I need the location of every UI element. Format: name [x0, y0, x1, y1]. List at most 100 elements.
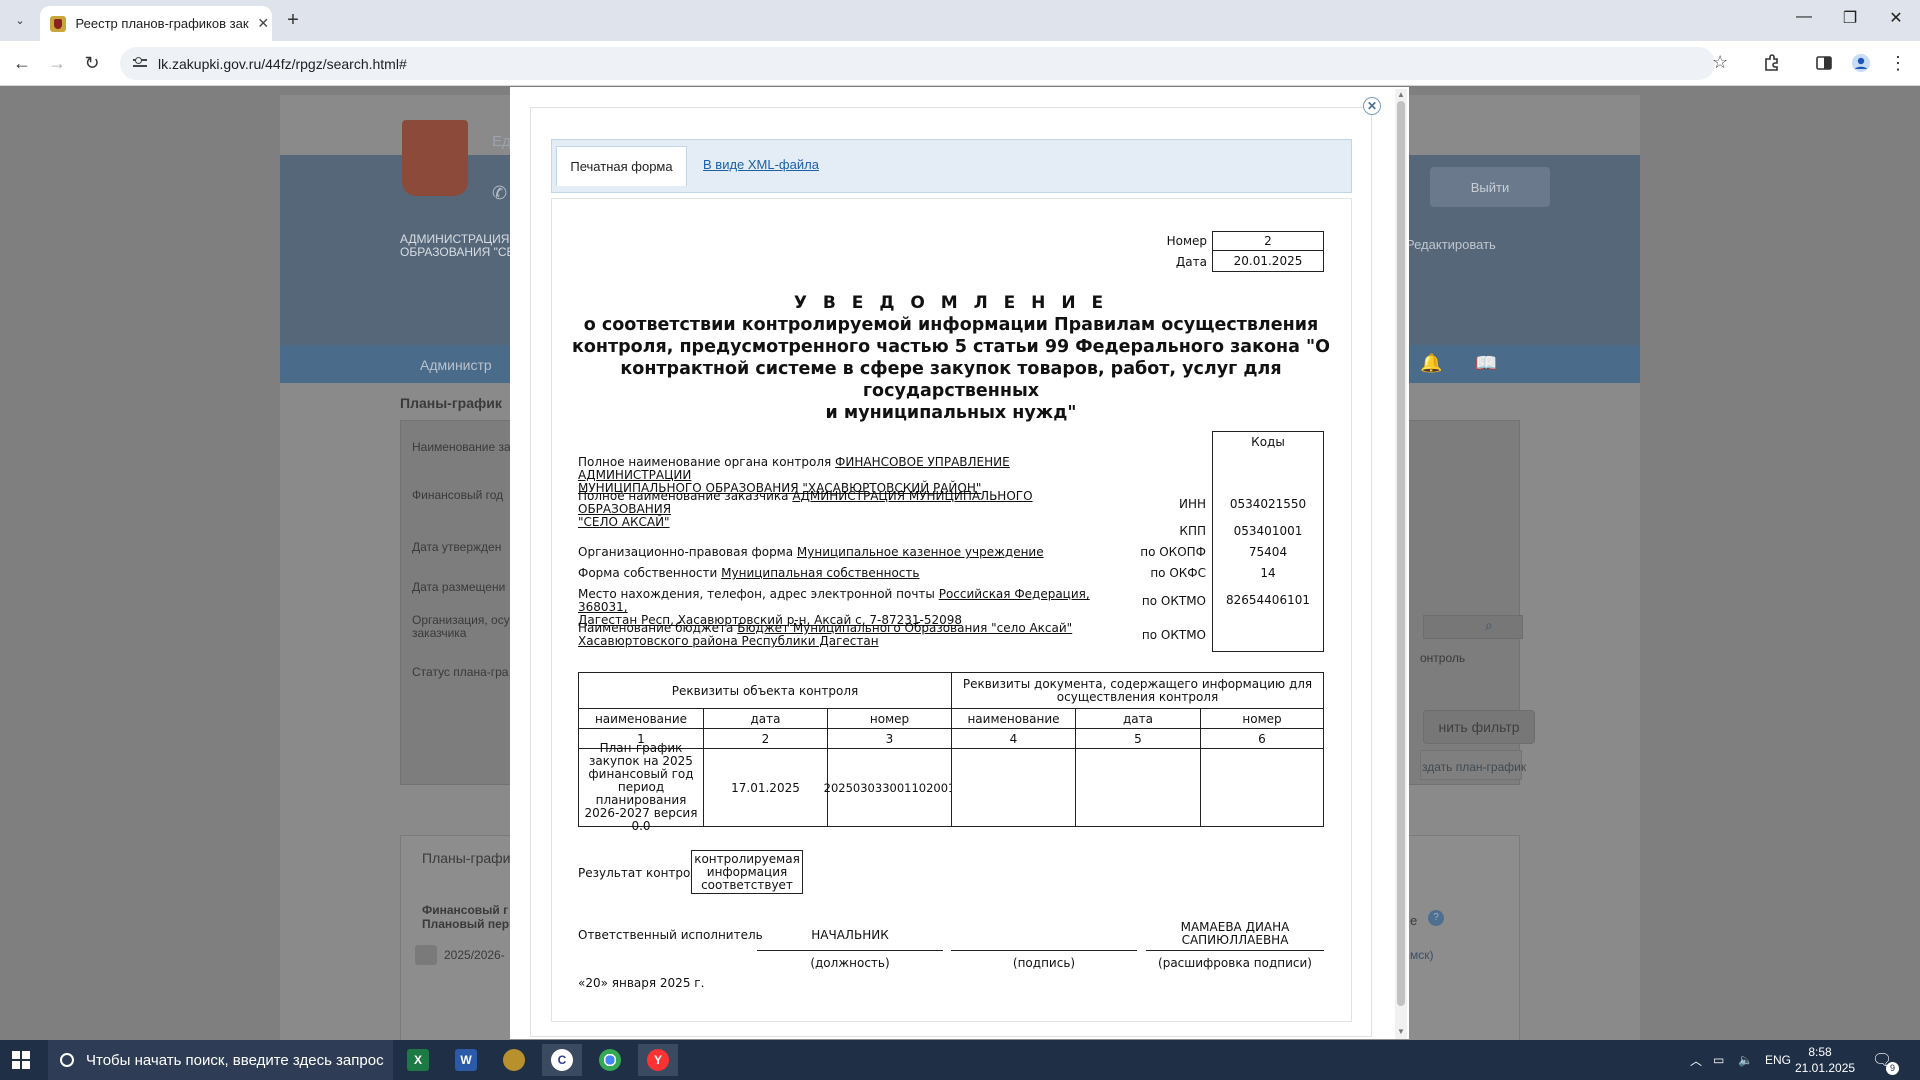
- bookmark-star-icon[interactable]: ☆: [1712, 52, 1728, 73]
- bg-search-icon[interactable]: ⌕: [1485, 617, 1493, 634]
- table-col-number: 5: [1075, 728, 1201, 749]
- budget-value-1: Бюджет Муниципального Образования "село …: [737, 621, 1073, 635]
- inn-value: 0534021550: [1212, 486, 1324, 522]
- back-button[interactable]: ←: [10, 51, 34, 75]
- minimize-button[interactable]: —: [1784, 8, 1824, 26]
- budget-row: Наименование бюджета Бюджет Муниципально…: [578, 622, 1098, 648]
- responsible-label: Ответственный исполнитель: [578, 928, 763, 942]
- taskbar-app-active[interactable]: C: [542, 1044, 582, 1076]
- date-label: Дата: [1175, 255, 1207, 269]
- taskbar-excel[interactable]: X: [398, 1044, 438, 1076]
- forward-button[interactable]: →: [45, 51, 69, 75]
- tab-print-form[interactable]: Печатная форма: [556, 146, 687, 186]
- bg-book-icon[interactable]: 📖: [1475, 353, 1497, 374]
- budget-value-2: Хасавюртовского района Республики Дагест…: [578, 634, 879, 648]
- taskbar-chrome[interactable]: [590, 1044, 630, 1076]
- bg-edit-link[interactable]: Редактировать: [1406, 237, 1496, 252]
- scrollbar-thumb[interactable]: [1397, 101, 1405, 1006]
- ownership-value: Муниципальная собственность: [721, 566, 920, 580]
- bg-filter-label: Дата утвержден: [412, 540, 502, 554]
- table-col-header: номер: [1200, 708, 1324, 729]
- customer-row: Полное наименование заказчика АДМИНИСТРА…: [578, 490, 1098, 529]
- customer-label: Полное наименование заказчика: [578, 489, 793, 503]
- okfs-value: 14: [1212, 562, 1324, 584]
- language-indicator[interactable]: ENG: [1765, 1040, 1791, 1080]
- bg-filter-label: Финансовый год: [412, 488, 504, 502]
- title-line-1: У В Е Д О М Л Е Н И Е: [793, 293, 1109, 313]
- bg-panel-tab[interactable]: Планы-график: [422, 850, 517, 866]
- table-col-header: наименование: [578, 708, 704, 729]
- site-info-icon[interactable]: [132, 56, 148, 71]
- table-col-number: 3: [827, 728, 952, 749]
- browser-tab[interactable]: Реестр планов-графиков заку ✕: [40, 6, 272, 41]
- bg-right-text: е: [1410, 913, 1418, 928]
- bg-nav-item[interactable]: Администр: [420, 357, 492, 373]
- codes-empty-cell: [1212, 452, 1324, 487]
- bg-logout-button[interactable]: Выйти: [1430, 167, 1550, 207]
- ownership-row: Форма собственности Муниципальная собств…: [578, 566, 919, 580]
- number-value: 2: [1212, 231, 1324, 251]
- profile-avatar-icon[interactable]: [1851, 53, 1871, 73]
- bg-help-icon[interactable]: ?: [1428, 910, 1444, 926]
- bg-create-link[interactable]: здать план-график: [1422, 760, 1526, 774]
- restore-button[interactable]: ❐: [1830, 8, 1870, 28]
- kpp-value: 053401001: [1212, 521, 1324, 542]
- emblem-app-icon: [503, 1049, 525, 1071]
- table-col-number: 6: [1200, 728, 1324, 749]
- taskbar-crypto[interactable]: [494, 1044, 534, 1076]
- bg-search-input[interactable]: [1423, 615, 1523, 639]
- taskbar-clock[interactable]: 8:58 21.01.2025: [1795, 1044, 1856, 1076]
- bg-phone-icon: ✆: [492, 183, 508, 203]
- name-value: МАМАЕВА ДИАНА САПИЮЛЛАЕВНА: [1180, 920, 1290, 947]
- tab-xml-file[interactable]: В виде XML-файла: [703, 157, 819, 172]
- c-app-icon: C: [551, 1049, 573, 1071]
- volume-icon[interactable]: 🔈: [1738, 1040, 1753, 1080]
- taskbar-yandex[interactable]: Y: [638, 1044, 678, 1076]
- signature-line: [951, 950, 1137, 951]
- side-panel-icon[interactable]: [1814, 53, 1834, 73]
- tab-print-form-label: Печатная форма: [570, 159, 673, 174]
- taskbar-search[interactable]: Чтобы начать поиск, введите здесь запрос: [48, 1040, 393, 1080]
- close-window-button[interactable]: ✕: [1876, 8, 1916, 28]
- codes-header: Коды: [1212, 431, 1324, 453]
- bg-year-item[interactable]: 2025/2026-: [444, 948, 505, 962]
- position-value: НАЧАЛЬНИК: [811, 928, 889, 942]
- taskbar-word[interactable]: W: [446, 1044, 486, 1076]
- scroll-down-icon[interactable]: ▼: [1397, 1027, 1405, 1036]
- windows-start-icon[interactable]: [12, 1051, 30, 1069]
- okfs-label: по ОКФС: [1150, 566, 1206, 580]
- number-label: Номер: [1166, 234, 1207, 248]
- tab-close-icon[interactable]: ✕: [255, 15, 272, 32]
- browser-menu-icon[interactable]: ⋮: [1888, 53, 1908, 73]
- tab-search-button[interactable]: ⌄: [8, 8, 32, 32]
- modal-close-icon[interactable]: ✕: [1363, 97, 1381, 115]
- oktmo2-label: по ОКТМО: [1141, 628, 1206, 642]
- notifications-count: 9: [1886, 1062, 1899, 1075]
- bg-fin-line1: Финансовый г: [422, 903, 509, 917]
- scroll-up-icon[interactable]: ▲: [1397, 90, 1405, 99]
- table-cell-doc-date: [1075, 748, 1201, 827]
- title-line-4: контрактной системе в сфере закупок това…: [620, 359, 1282, 401]
- signature-caption: (подпись): [1012, 956, 1076, 970]
- tray-show-hidden-icon[interactable]: ︿: [1690, 1040, 1702, 1080]
- oktmo-label: по ОКТМО: [1141, 594, 1206, 608]
- new-tab-button[interactable]: +: [282, 9, 304, 32]
- bg-filter-label: Наименование за: [412, 440, 511, 454]
- bg-emblem-icon: [402, 120, 468, 196]
- clock-date: 21.01.2025: [1795, 1061, 1856, 1075]
- url-omnibox[interactable]: lk.zakupki.gov.ru/44fz/rpgz/search.html#: [120, 47, 1715, 80]
- result-label: Результат контроля: [578, 866, 706, 880]
- bg-bell-icon[interactable]: 🔔: [1420, 353, 1442, 374]
- excel-icon: X: [407, 1049, 429, 1071]
- table-col-number: 4: [951, 728, 1076, 749]
- inn-label: ИНН: [1178, 497, 1206, 511]
- oktmo-value: 82654406101: [1212, 583, 1324, 618]
- extensions-icon[interactable]: [1762, 53, 1782, 73]
- reload-button[interactable]: ↻: [80, 51, 104, 75]
- bg-apply-filter-button[interactable]: нить фильтр: [1423, 710, 1535, 744]
- network-icon[interactable]: ▭: [1713, 1040, 1724, 1080]
- modal-scrollbar[interactable]: ▲ ▼: [1395, 89, 1407, 1039]
- bg-org-line1: АДМИНИСТРАЦИЯ М: [400, 232, 523, 246]
- title-line-2: о соответствии контролируемой информации…: [583, 315, 1319, 335]
- bg-logout-label: Выйти: [1470, 179, 1510, 195]
